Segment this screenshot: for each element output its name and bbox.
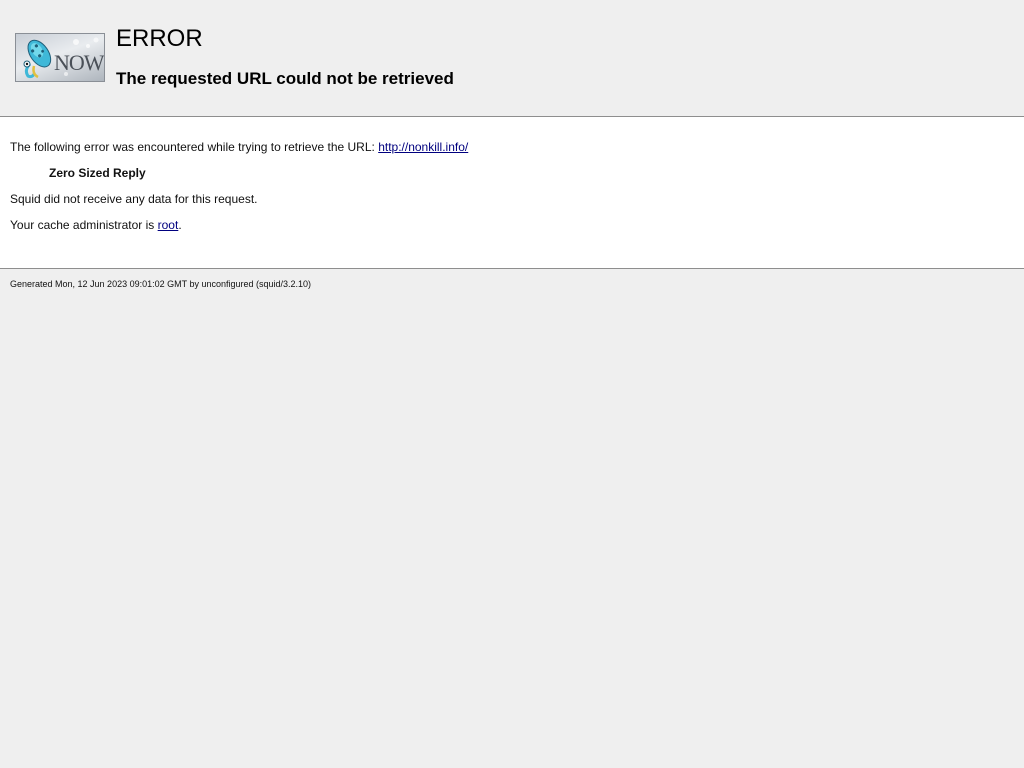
page-subtitle: The requested URL could not be retrieved	[116, 69, 454, 88]
admin-info: Your cache administrator is root.	[10, 218, 182, 232]
error-content: The following error was encountered whil…	[0, 117, 1024, 269]
error-header: NOW ERROR The requested URL could not be…	[0, 0, 1024, 117]
error-intro: The following error was encountered whil…	[10, 140, 468, 154]
admin-link[interactable]: root	[158, 218, 179, 232]
generated-info: Generated Mon, 12 Jun 2023 09:01:02 GMT …	[10, 279, 312, 289]
admin-prefix: Your cache administrator is	[10, 218, 158, 232]
error-footer: Generated Mon, 12 Jun 2023 09:01:02 GMT …	[0, 269, 1024, 309]
squid-logo-icon: NOW	[15, 33, 105, 82]
page-title: ERROR	[116, 25, 203, 52]
admin-suffix: .	[178, 218, 182, 232]
error-name: Zero Sized Reply	[49, 166, 146, 180]
error-description: Squid did not receive any data for this …	[10, 192, 258, 206]
logo-text: NOW	[54, 50, 104, 75]
intro-text: The following error was encountered whil…	[10, 140, 379, 154]
requested-url-link[interactable]: http://nonkill.info/	[378, 140, 468, 154]
